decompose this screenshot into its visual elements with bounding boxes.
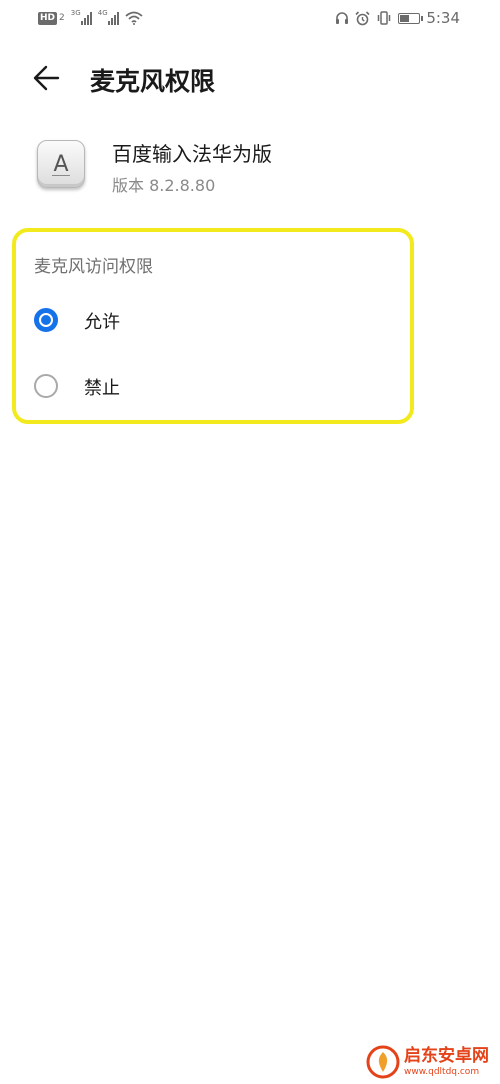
watermark-url: www.qdltdq.com <box>404 1066 480 1077</box>
app-bar: 麦克风权限 <box>0 50 500 106</box>
page-title: 麦克风权限 <box>90 67 216 96</box>
keyboard-key-a-icon: A <box>37 140 85 188</box>
headset-icon <box>336 12 349 24</box>
option-deny-label: 禁止 <box>84 378 120 399</box>
option-deny[interactable]: 禁止 <box>34 367 394 407</box>
alarm-icon <box>355 10 370 25</box>
watermark-logo-icon <box>366 1045 400 1079</box>
radio-button-deny[interactable] <box>34 374 58 398</box>
network-type-1: 3G <box>70 9 81 17</box>
status-bar: HD 2 3G 4G 5:34 <box>0 0 500 36</box>
back-button[interactable] <box>30 61 64 95</box>
network-type-2: 4G <box>97 9 108 17</box>
vibrate-icon <box>378 11 391 25</box>
status-bar-left: HD 2 3G 4G <box>38 9 143 27</box>
battery-icon <box>398 12 424 24</box>
app-name: 百度输入法华为版 <box>112 142 272 166</box>
app-icon-letter: A <box>53 151 69 177</box>
watermark: 启东安卓网 www.qdltdq.com <box>366 1044 489 1080</box>
arrow-left-icon <box>33 65 60 91</box>
hd-sub: 2 <box>59 13 65 23</box>
signal-4g-icon: 4G <box>97 9 119 25</box>
battery-level <box>400 14 409 22</box>
signal-3g-icon: 3G <box>70 9 92 25</box>
hd-badge: HD <box>38 11 58 25</box>
option-allow[interactable]: 允许 <box>34 301 394 341</box>
watermark-name: 启东安卓网 <box>404 1045 489 1066</box>
section-title: 麦克风访问权限 <box>34 257 153 277</box>
status-bar-right: 5:34 <box>335 9 460 27</box>
radio-button-allow[interactable] <box>34 308 58 332</box>
app-version: 版本 8.2.8.80 <box>112 176 216 195</box>
clock: 5:34 <box>426 9 460 27</box>
wifi-icon <box>125 11 143 25</box>
option-allow-label: 允许 <box>84 312 120 333</box>
